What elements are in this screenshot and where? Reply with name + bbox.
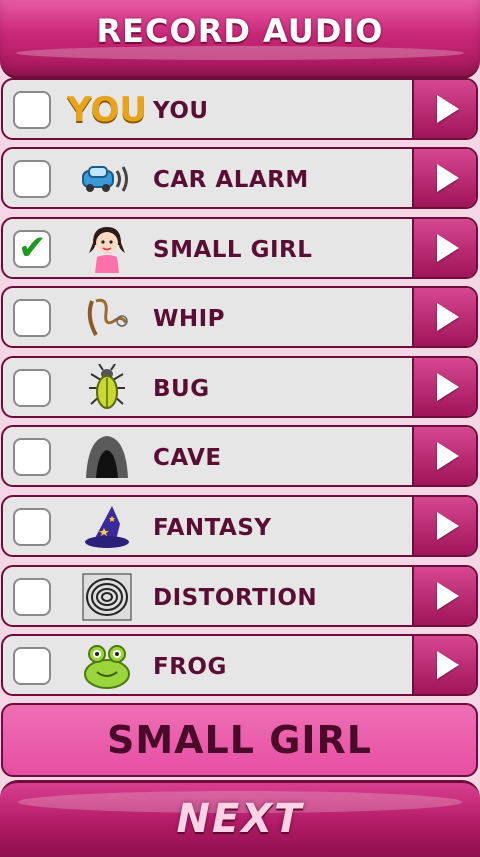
- checkbox[interactable]: [13, 508, 51, 546]
- play-button[interactable]: [412, 427, 476, 485]
- play-button[interactable]: [412, 497, 476, 555]
- play-icon: [437, 512, 459, 540]
- effect-label: FANTASY: [153, 515, 272, 541]
- play-button[interactable]: [412, 149, 476, 207]
- checkbox[interactable]: [13, 578, 51, 616]
- you-text-icon: YOU: [67, 90, 147, 130]
- checkmark-icon: ✔: [18, 228, 47, 268]
- play-button[interactable]: [412, 636, 476, 694]
- play-button[interactable]: [412, 567, 476, 625]
- effect-label: BUG: [153, 376, 210, 402]
- footer-bar: NEXT: [0, 780, 480, 857]
- small-girl-icon: [77, 223, 137, 275]
- play-button[interactable]: [412, 288, 476, 346]
- whip-icon: [77, 292, 137, 344]
- car-alarm-icon: [77, 153, 137, 205]
- checkbox[interactable]: ✔: [13, 228, 51, 268]
- play-icon: [437, 164, 459, 192]
- list-item-fantasy[interactable]: FANTASY: [1, 495, 478, 557]
- list-item-distortion[interactable]: DISTORTION: [1, 565, 478, 627]
- play-button[interactable]: [412, 80, 476, 138]
- checkbox[interactable]: [13, 160, 51, 198]
- effect-label: CAVE: [153, 445, 222, 471]
- list-item-cave[interactable]: CAVE: [1, 425, 478, 487]
- play-button[interactable]: [412, 358, 476, 416]
- list-item-whip[interactable]: WHIP: [1, 286, 478, 348]
- checkbox[interactable]: [13, 91, 51, 129]
- play-icon: [437, 95, 459, 123]
- header-bar: RECORD AUDIO: [0, 0, 480, 79]
- checkbox[interactable]: [13, 299, 51, 337]
- selected-effect-display: SMALL GIRL: [1, 703, 478, 777]
- selected-effect-label: SMALL GIRL: [106, 718, 373, 762]
- checkbox[interactable]: [13, 369, 51, 407]
- cave-icon: [77, 431, 137, 483]
- play-icon: [437, 234, 459, 262]
- list-item-you[interactable]: YOU YOU: [1, 78, 478, 140]
- next-button[interactable]: NEXT: [140, 789, 340, 849]
- play-icon: [437, 651, 459, 679]
- effect-label: FROG: [153, 654, 227, 680]
- list-item-small-girl[interactable]: ✔ SMALL GIRL: [1, 217, 478, 279]
- effect-label: YOU: [153, 98, 209, 124]
- play-icon: [437, 303, 459, 331]
- play-button[interactable]: [412, 219, 476, 277]
- play-icon: [437, 582, 459, 610]
- distortion-icon: [77, 571, 137, 623]
- checkbox[interactable]: [13, 647, 51, 685]
- frog-icon: [77, 640, 137, 692]
- effect-label: DISTORTION: [153, 585, 318, 611]
- list-item-frog[interactable]: FROG: [1, 634, 478, 696]
- list-item-bug[interactable]: BUG: [1, 356, 478, 418]
- list-item-car-alarm[interactable]: CAR ALARM: [1, 147, 478, 209]
- effect-label: SMALL GIRL: [153, 237, 313, 263]
- effect-label: CAR ALARM: [153, 167, 309, 193]
- bug-icon: [77, 362, 137, 414]
- play-icon: [437, 373, 459, 401]
- effect-label: WHIP: [153, 306, 226, 332]
- page-title: RECORD AUDIO: [96, 12, 384, 50]
- wizard-hat-icon: [77, 501, 137, 553]
- play-icon: [437, 442, 459, 470]
- checkbox[interactable]: [13, 438, 51, 476]
